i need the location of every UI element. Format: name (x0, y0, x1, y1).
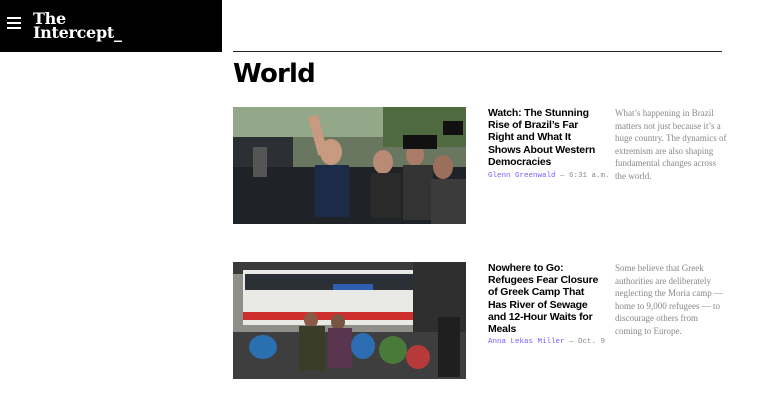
article-date: 6:31 a.m. (569, 172, 610, 180)
article-excerpt: Some believe that Greek authorities are … (615, 263, 723, 336)
article-author-link[interactable]: Anna Lekas Miller (488, 338, 565, 346)
article-author-link[interactable]: Glenn Greenwald (488, 172, 556, 180)
logo-line-2: Intercept_ (33, 23, 122, 42)
article-byline: Anna Lekas Miller — Oct. 9 (488, 338, 605, 346)
site-logo[interactable]: The Intercept_ (33, 11, 122, 42)
article-image-rally[interactable] (233, 107, 466, 224)
article-date: Oct. 9 (578, 338, 606, 346)
article-byline: Glenn Greenwald — 6:31 a.m. (488, 172, 610, 180)
article-headline[interactable]: Nowhere to Go: Refugees Fear Closure of … (488, 262, 600, 335)
article-headline[interactable]: Watch: The Stunning Rise of Brazil’s Far… (488, 107, 600, 168)
hamburger-menu-icon[interactable] (7, 17, 21, 29)
section-title: World (233, 59, 316, 89)
section-divider (233, 51, 722, 52)
site-header: The Intercept_ (0, 0, 222, 52)
article-card: Watch: The Stunning Rise of Brazil’s Far… (233, 107, 726, 225)
byline-separator: — (555, 172, 570, 180)
article-image-camp[interactable] (233, 262, 466, 379)
byline-separator: — (564, 338, 579, 346)
article-card: Nowhere to Go: Refugees Fear Closure of … (233, 262, 723, 380)
article-excerpt: What’s happening in Brazil matters not j… (615, 108, 727, 181)
